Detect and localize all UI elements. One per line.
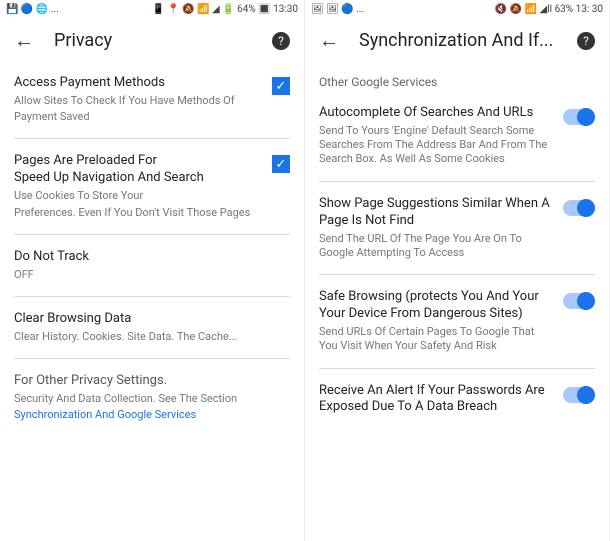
status-bar: 💾 🔵 🌐 ... 📱 📍 🔕 📶 ◢ 🔋 64% 🔳 13:30 <box>0 0 304 18</box>
content: Other Google Services Autocomplete Of Se… <box>305 63 609 428</box>
item-sub: Allow Sites To Check If You Have Methods… <box>14 94 262 108</box>
checkbox-icon[interactable]: ✓ <box>272 155 290 173</box>
divider <box>14 138 290 139</box>
page-title: Synchronization And If... <box>359 30 557 51</box>
header: ← Synchronization And If... ? <box>305 18 609 63</box>
privacy-pane: 💾 🔵 🌐 ... 📱 📍 🔕 📶 ◢ 🔋 64% 🔳 13:30 ← Priv… <box>0 0 305 541</box>
section-header: Other Google Services <box>319 67 595 97</box>
divider <box>14 234 290 235</box>
sync-services-link[interactable]: Synchronization And Google Services <box>14 408 290 422</box>
item-title: Clear Browsing Data <box>14 311 290 328</box>
item-sub: Payment Saved <box>14 110 262 124</box>
item-title: Show Page Suggestions Similar When A Pag… <box>319 196 553 230</box>
item-sub: Use Cookies To Store Your <box>14 189 262 203</box>
content: Access Payment Methods Allow Sites To Ch… <box>0 63 304 435</box>
item-sub: Send URLs Of Certain Pages To Google Tha… <box>319 325 553 354</box>
status-bar: 🖼 🖼 🔵 ... 🔇 🔕 📶 ◢ll 63% 13: 30 <box>305 0 609 18</box>
item-sub: Security And Data Collection. See The Se… <box>14 392 290 406</box>
sync-pane: 🖼 🖼 🔵 ... 🔇 🔕 📶 ◢ll 63% 13: 30 ← Synchro… <box>305 0 610 541</box>
item-title: Pages Are Preloaded For <box>14 153 262 170</box>
divider <box>319 181 595 182</box>
page-title: Privacy <box>54 30 252 51</box>
do-not-track-item[interactable]: Do Not Track OFF <box>14 241 290 290</box>
item-sub: Speed Up Navigation And Search <box>14 170 262 187</box>
toggle-switch[interactable] <box>563 200 595 216</box>
preload-pages-item[interactable]: Pages Are Preloaded For Speed Up Navigat… <box>14 145 290 227</box>
password-breach-alert-item[interactable]: Receive An Alert If Your Passwords Are E… <box>319 375 595 425</box>
item-title: Access Payment Methods <box>14 75 262 92</box>
back-arrow-icon[interactable]: ← <box>14 28 34 53</box>
help-icon[interactable]: ? <box>272 32 290 50</box>
status-right: 🔇 🔕 📶 ◢ll 63% 13: 30 <box>495 4 603 15</box>
header: ← Privacy ? <box>0 18 304 63</box>
toggle-switch[interactable] <box>563 293 595 309</box>
autocomplete-item[interactable]: Autocomplete Of Searches And URLs Send T… <box>319 97 595 175</box>
other-privacy-settings-item[interactable]: For Other Privacy Settings. Security And… <box>14 365 290 430</box>
toggle-switch[interactable] <box>563 387 595 403</box>
divider <box>14 358 290 359</box>
item-sub: Send To Yours 'Engine' Default Search So… <box>319 124 553 167</box>
toggle-switch[interactable] <box>563 109 595 125</box>
status-right: 📱 📍 🔕 📶 ◢ 🔋 64% 🔳 13:30 <box>152 4 298 15</box>
item-title: Receive An Alert If Your Passwords Are E… <box>319 383 553 417</box>
item-sub: Preferences. Even If You Don't Visit Tho… <box>14 206 262 220</box>
divider <box>319 368 595 369</box>
item-title: For Other Privacy Settings. <box>14 373 290 390</box>
help-icon[interactable]: ? <box>577 32 595 50</box>
clear-browsing-data-item[interactable]: Clear Browsing Data Clear History. Cooki… <box>14 303 290 352</box>
status-left-icons: 🖼 🖼 🔵 ... <box>311 4 364 15</box>
safe-browsing-item[interactable]: Safe Browsing (protects You And Your You… <box>319 281 595 361</box>
item-title: Safe Browsing (protects You And Your You… <box>319 289 553 323</box>
divider <box>14 296 290 297</box>
payment-methods-item[interactable]: Access Payment Methods Allow Sites To Ch… <box>14 67 290 132</box>
checkbox-icon[interactable]: ✓ <box>272 77 290 95</box>
divider <box>319 274 595 275</box>
item-title: Autocomplete Of Searches And URLs <box>319 105 553 122</box>
item-sub: Clear History. Cookies. Site Data. The C… <box>14 330 290 344</box>
item-sub: OFF <box>14 268 290 282</box>
page-suggestions-item[interactable]: Show Page Suggestions Similar When A Pag… <box>319 188 595 268</box>
back-arrow-icon[interactable]: ← <box>319 28 339 53</box>
status-left-icons: 💾 🔵 🌐 ... <box>6 4 59 15</box>
item-sub: Send The URL Of The Page You Are On To G… <box>319 232 553 261</box>
item-title: Do Not Track <box>14 249 290 266</box>
